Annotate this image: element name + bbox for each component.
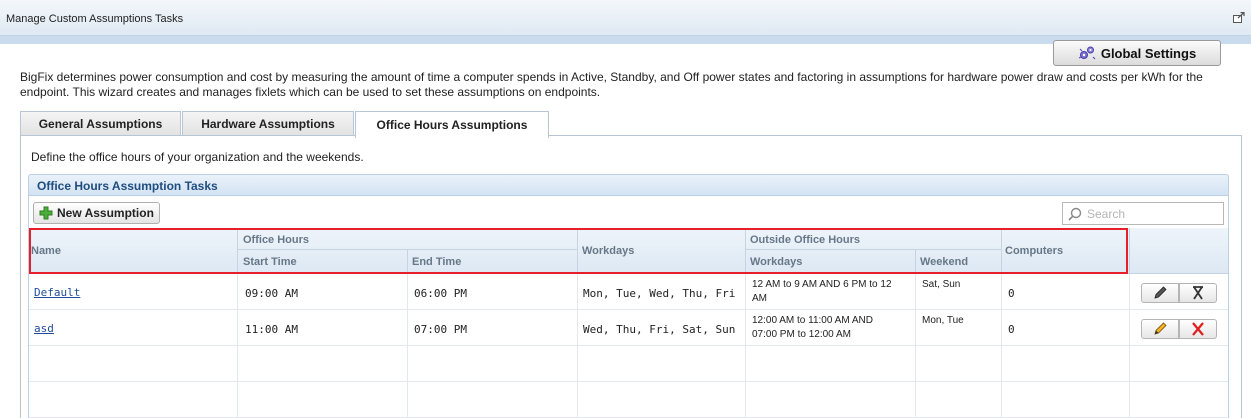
tab-label: Office Hours Assumptions [376, 118, 528, 132]
outside-workdays-line: 07:00 PM to 12:00 AM [752, 329, 851, 340]
new-assumption-button[interactable]: New Assumption [33, 202, 160, 224]
delete-icon [1193, 286, 1203, 300]
outside-workdays-line: 12 AM to 9 AM AND 6 PM to 12 [752, 279, 892, 290]
popout-icon[interactable] [1233, 12, 1245, 23]
edit-icon [1154, 322, 1167, 335]
end-time-cell: 06:00 PM [414, 287, 467, 300]
window-title: Manage Custom Assumptions Tasks [6, 13, 184, 25]
search-input[interactable] [1087, 206, 1217, 221]
end-time-cell: 07:00 PM [414, 323, 467, 336]
tab-office-hours-assumptions[interactable]: Office Hours Assumptions [355, 111, 549, 138]
edit-icon [1154, 286, 1167, 299]
table-row-empty [29, 346, 1228, 382]
window-title-bar: Manage Custom Assumptions Tasks [0, 0, 1251, 36]
computers-cell: 0 [1008, 323, 1015, 336]
search-icon [1068, 207, 1082, 221]
tab-label: General Assumptions [38, 117, 163, 131]
delete-button[interactable] [1179, 319, 1217, 339]
assumption-name-link[interactable]: asd [34, 322, 54, 335]
computers-cell: 0 [1008, 287, 1015, 300]
workdays-cell: Wed, Thu, Fri, Sat, Sun [583, 323, 736, 336]
start-time-cell: 09:00 AM [245, 287, 298, 300]
new-assumption-label: New Assumption [57, 206, 154, 220]
edit-button[interactable] [1141, 319, 1179, 339]
section-title: Office Hours Assumption Tasks [37, 179, 218, 193]
tab-hardware-assumptions[interactable]: Hardware Assumptions [182, 111, 354, 136]
table-row: Default 09:00 AM 06:00 PM Mon, Tue, Wed,… [29, 274, 1228, 310]
add-icon [39, 206, 53, 220]
outside-workdays-line: AM [752, 293, 767, 304]
section-header: Office Hours Assumption Tasks [28, 174, 1229, 196]
gear-icon [1078, 46, 1096, 60]
delete-icon [1192, 322, 1204, 336]
header-divider [1129, 228, 1130, 274]
outside-workdays-cell: 12:00 AM to 11:00 AM AND 07:00 PM to 12:… [752, 314, 873, 342]
tab-general-assumptions[interactable]: General Assumptions [20, 111, 181, 136]
table-row: asd 11:00 AM 07:00 PM Wed, Thu, Fri, Sat… [29, 310, 1228, 346]
highlight-box [29, 228, 1128, 274]
assumption-name-link[interactable]: Default [34, 286, 80, 299]
edit-button[interactable] [1141, 283, 1179, 303]
wizard-description: BigFix determines power consumption and … [20, 70, 1203, 99]
tab-label: Hardware Assumptions [201, 117, 335, 131]
search-box[interactable] [1062, 202, 1224, 225]
weekend-cell: Sat, Sun [922, 279, 961, 290]
start-time-cell: 11:00 AM [245, 323, 298, 336]
global-settings-button[interactable]: Global Settings [1053, 40, 1221, 66]
global-settings-label: Global Settings [1100, 45, 1197, 61]
delete-button[interactable] [1179, 283, 1217, 303]
outside-workdays-line: 12:00 AM to 11:00 AM AND [752, 315, 873, 326]
table-row-empty [29, 382, 1228, 418]
office-hours-intro: Define the office hours of your organiza… [31, 150, 364, 164]
workdays-cell: Mon, Tue, Wed, Thu, Fri [583, 287, 736, 300]
weekend-cell: Mon, Tue [922, 315, 964, 326]
outside-workdays-cell: 12 AM to 9 AM AND 6 PM to 12 AM [752, 278, 892, 306]
